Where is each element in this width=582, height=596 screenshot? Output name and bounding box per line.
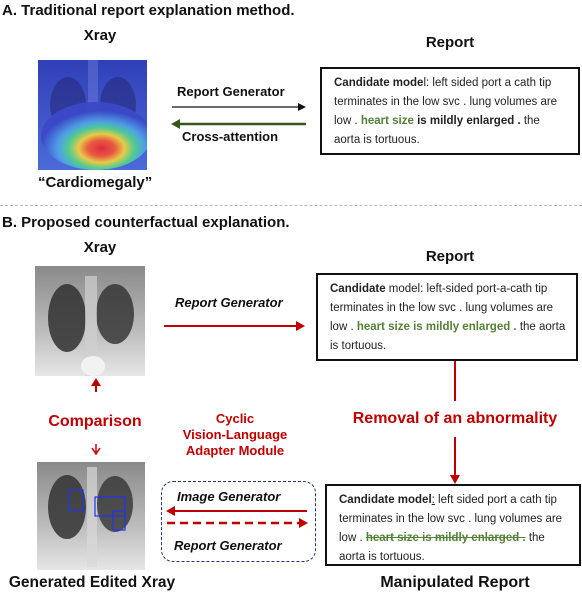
adapter-label-line-3: Adapter Module <box>185 443 285 458</box>
original-xray-image <box>35 266 145 376</box>
adapter-label-line-2: Vision-Language <box>182 427 288 442</box>
xray-label-b: Xray <box>83 239 117 256</box>
comparison-label: Comparison <box>48 413 142 430</box>
report-label-b: Report <box>425 248 475 265</box>
forward-arrowhead-a <box>298 103 306 111</box>
original-xray-graphic <box>35 266 145 376</box>
adapter-label-line-1: Cyclic <box>215 411 255 426</box>
report-box-a: Candidate model: left sided port a cath … <box>320 67 580 155</box>
report-generator-label-a: Report Generator <box>177 84 285 99</box>
heatmap-xray-graphic <box>38 60 147 170</box>
edited-xray-label: Generated Edited Xray <box>8 574 176 591</box>
prediction-label: “Cardiomegaly” <box>38 174 153 191</box>
removal-arrowhead <box>450 475 460 484</box>
highlighted-finding: heart size <box>360 115 414 127</box>
comparison-up-arrowhead <box>91 378 101 386</box>
section-a-title: A. Traditional report explanation method… <box>2 2 295 19</box>
image-generator-arrowhead <box>166 506 175 516</box>
forward-arrowhead-b <box>296 321 305 331</box>
section-b-title: B. Proposed counterfactual explanation. <box>2 214 290 231</box>
report-label-a: Report <box>425 34 475 51</box>
forward-arrow-b <box>164 321 305 331</box>
model-label-b: model <box>385 283 421 295</box>
removed-finding: heart size is mildly enlarged . <box>365 532 526 544</box>
manipulated-report-label: Manipulated Report <box>380 574 530 591</box>
removal-label: Removal of an abnormality <box>352 410 558 427</box>
report-generator-dashed-arrowhead <box>299 518 308 528</box>
section-divider <box>0 205 582 206</box>
report-box-b: Candidate model: left-sided port-a-cath … <box>316 273 578 361</box>
finding-tail: is mildly enlarged . <box>413 115 521 127</box>
adapter-module-label: Cyclic Vision-Language Adapter Module <box>180 411 290 459</box>
report-generator-label-adapter: Report Generator <box>174 538 282 553</box>
cross-attention-label: Cross-attention <box>182 129 279 144</box>
heatmap-xray-image <box>38 60 147 170</box>
image-generator-label: Image Generator <box>177 489 281 504</box>
candidate-model-label-m: Candidate model <box>339 494 432 506</box>
edited-xray-image <box>37 462 145 570</box>
adapter-arrows <box>166 506 308 528</box>
report-generator-label-b: Report Generator <box>175 295 283 310</box>
cross-attention-arrowhead <box>171 119 180 129</box>
edited-xray-graphic <box>37 462 145 570</box>
highlighted-finding-b: heart size is mildly enlarged . <box>356 321 517 333</box>
candidate-label-b: Candidate <box>330 283 386 295</box>
manipulated-report-box: Candidate model: left sided port a cath … <box>325 484 581 566</box>
xray-label-a: Xray <box>83 27 117 44</box>
section-a-arrows <box>171 103 306 129</box>
candidate-model-label: Candidate mode <box>334 77 424 89</box>
